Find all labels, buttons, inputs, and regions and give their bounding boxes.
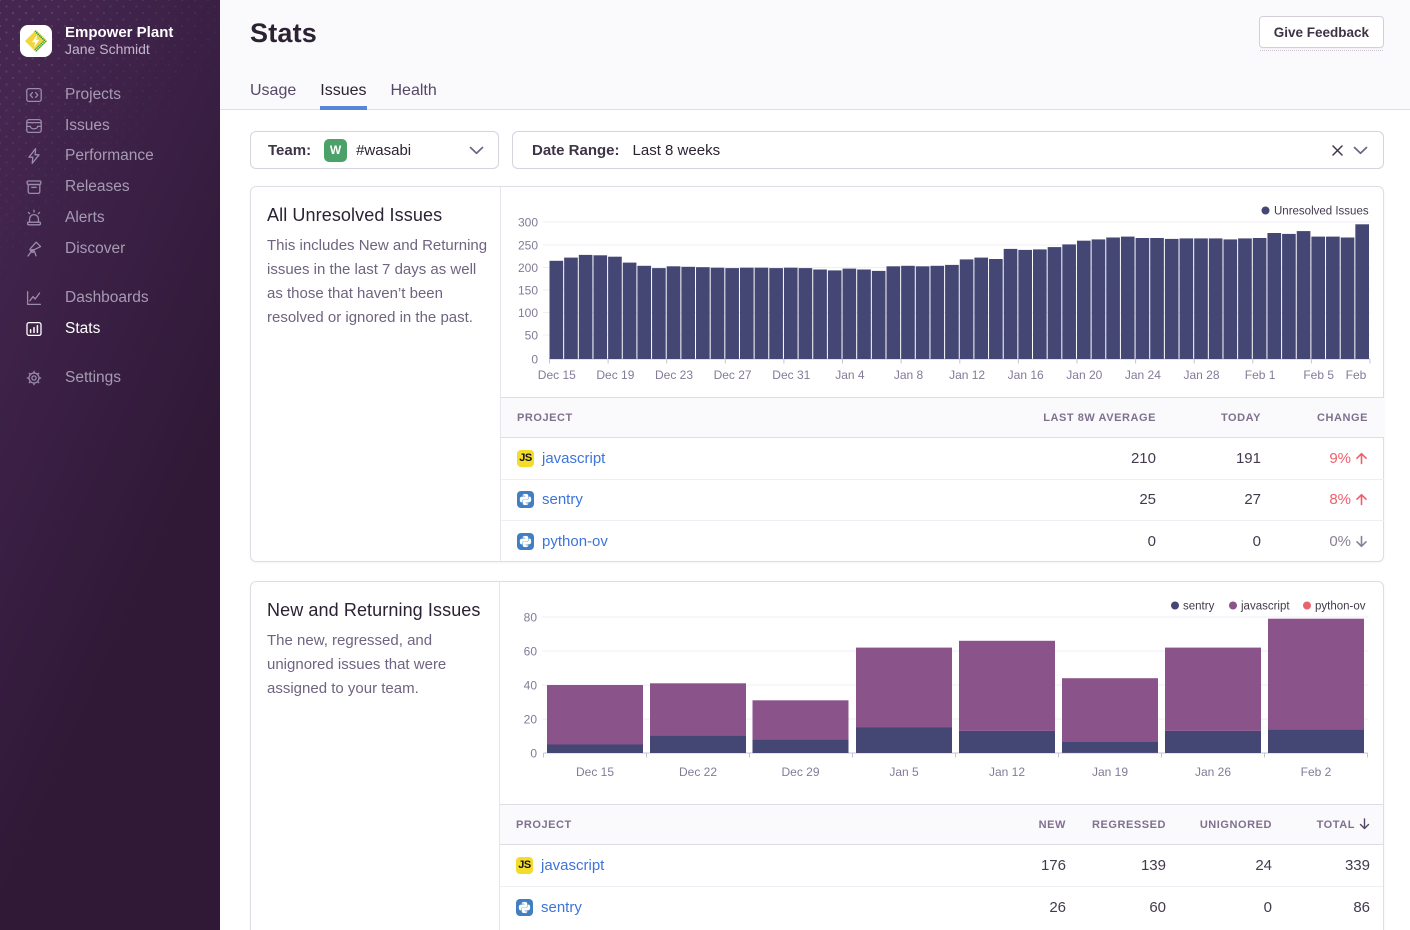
svg-text:Jan 8: Jan 8 (894, 368, 924, 382)
svg-text:0: 0 (531, 353, 538, 367)
svg-text:Dec 27: Dec 27 (714, 368, 752, 382)
svg-text:Jan 19: Jan 19 (1092, 765, 1128, 779)
svg-text:Jan 24: Jan 24 (1125, 368, 1161, 382)
svg-text:250: 250 (518, 239, 538, 253)
svg-text:300: 300 (518, 216, 538, 230)
svg-text:Jan 5: Jan 5 (889, 765, 919, 779)
svg-text:Unresolved Issues: Unresolved Issues (1274, 206, 1369, 218)
svg-text:40: 40 (524, 679, 538, 693)
svg-text:20: 20 (524, 713, 538, 727)
svg-text:Feb 2: Feb 2 (1301, 765, 1332, 779)
svg-text:Feb 5: Feb 5 (1303, 368, 1334, 382)
svg-text:Dec 29: Dec 29 (781, 765, 819, 779)
svg-text:Jan 16: Jan 16 (1008, 368, 1044, 382)
svg-text:150: 150 (518, 284, 538, 298)
svg-text:Dec 22: Dec 22 (679, 765, 717, 779)
svg-text:Jan 26: Jan 26 (1195, 765, 1231, 779)
svg-text:Dec 19: Dec 19 (596, 368, 634, 382)
svg-text:Jan 12: Jan 12 (949, 368, 985, 382)
svg-text:javascript: javascript (1240, 601, 1290, 613)
svg-text:Dec 23: Dec 23 (655, 368, 693, 382)
svg-text:Jan 20: Jan 20 (1066, 368, 1102, 382)
svg-text:Jan 28: Jan 28 (1183, 368, 1219, 382)
svg-text:0: 0 (530, 747, 537, 761)
svg-text:Feb 1: Feb 1 (1245, 368, 1276, 382)
svg-text:Jan 4: Jan 4 (835, 368, 865, 382)
svg-text:200: 200 (518, 261, 538, 275)
svg-text:Jan 12: Jan 12 (989, 765, 1025, 779)
svg-text:Feb: Feb (1346, 368, 1367, 382)
svg-text:python-ov: python-ov (1315, 601, 1366, 613)
svg-text:Dec 31: Dec 31 (772, 368, 810, 382)
svg-text:80: 80 (524, 611, 538, 625)
svg-text:100: 100 (518, 306, 538, 320)
svg-text:Dec 15: Dec 15 (576, 765, 614, 779)
svg-text:50: 50 (525, 329, 539, 343)
svg-text:Dec 15: Dec 15 (538, 368, 576, 382)
svg-text:sentry: sentry (1183, 601, 1215, 613)
svg-text:60: 60 (524, 645, 538, 659)
